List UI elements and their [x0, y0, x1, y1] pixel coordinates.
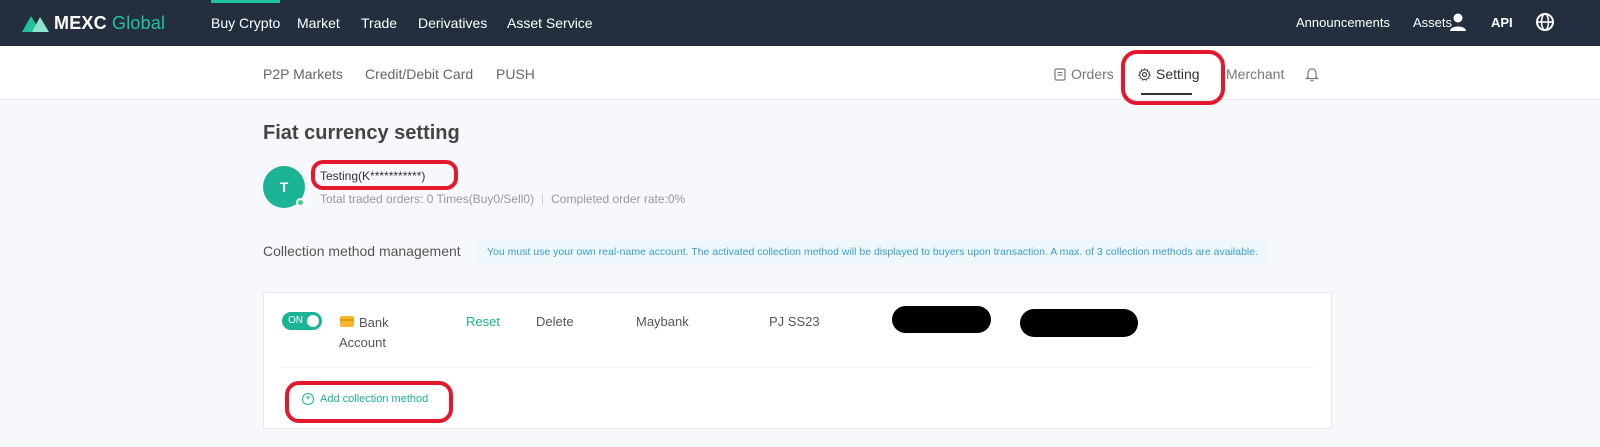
user-name: Testing(K***********): [320, 169, 426, 183]
completion-rate-stat: Completed order rate:0%: [551, 192, 686, 206]
add-circle-icon: +: [302, 393, 314, 405]
toggle-knob: [307, 315, 319, 327]
stat-separator: [542, 194, 544, 206]
gear-icon: [1138, 67, 1151, 81]
redacted-account-detail: [1020, 309, 1138, 337]
logo-text: MEXC Global: [54, 12, 166, 33]
sub-navbar: [0, 46, 1600, 100]
nav-trade[interactable]: Trade: [361, 15, 397, 31]
nav-derivatives[interactable]: Derivatives: [418, 15, 487, 31]
user-stats: Total traded orders: 0 Times(Buy0/Sell0)…: [320, 192, 685, 206]
nav-market[interactable]: Market: [297, 15, 340, 31]
user-icon[interactable]: [1448, 12, 1468, 32]
tab-p2p-markets[interactable]: P2P Markets: [263, 66, 343, 82]
merchant-link[interactable]: Merchant: [1226, 66, 1284, 82]
page-title: Fiat currency setting: [263, 122, 460, 144]
setting-label: Setting: [1156, 66, 1200, 82]
account-holder: PJ SS23: [769, 314, 820, 329]
globe-icon[interactable]: [1535, 12, 1555, 32]
add-method-label: Add collection method: [320, 393, 429, 405]
nav-buy-crypto[interactable]: Buy Crypto: [211, 0, 281, 31]
card-divider: [282, 367, 1313, 368]
collection-notice: You must use your own real-name account.…: [477, 240, 1269, 264]
traded-orders-stat: Total traded orders: 0 Times(Buy0/Sell0): [320, 192, 535, 206]
nav-announcements[interactable]: Announcements: [1296, 15, 1390, 30]
method-type: Bank Account: [339, 315, 389, 350]
tab-push[interactable]: PUSH: [496, 66, 535, 82]
add-collection-method-button[interactable]: + Add collection method: [302, 393, 428, 405]
delete-button[interactable]: Delete: [536, 314, 574, 329]
top-navbar: MEXC Global Buy Crypto Market Trade Deri…: [0, 0, 1600, 46]
tab-credit-debit-card[interactable]: Credit/Debit Card: [365, 66, 473, 82]
mexc-logo-icon: [22, 16, 49, 32]
nav-api[interactable]: API: [1491, 15, 1513, 30]
orders-label: Orders: [1071, 66, 1114, 82]
online-status-dot: [296, 198, 305, 207]
nav-asset-service[interactable]: Asset Service: [507, 15, 593, 31]
method-toggle[interactable]: ON: [282, 312, 322, 330]
active-tab-indicator: [1141, 93, 1192, 95]
bell-icon[interactable]: [1305, 66, 1319, 82]
collection-methods-card: [263, 292, 1332, 429]
nav-assets[interactable]: Assets: [1413, 15, 1452, 30]
toggle-label: ON: [288, 315, 303, 326]
bank-name: Maybank: [636, 314, 689, 329]
collection-method-title: Collection method management: [263, 243, 461, 259]
orders-icon: [1054, 67, 1066, 81]
redacted-account-number: [892, 306, 991, 333]
orders-link[interactable]: Orders: [1054, 66, 1114, 82]
setting-link[interactable]: Setting: [1138, 66, 1200, 82]
reset-button[interactable]: Reset: [466, 314, 500, 329]
logo[interactable]: MEXC Global: [20, 12, 165, 34]
